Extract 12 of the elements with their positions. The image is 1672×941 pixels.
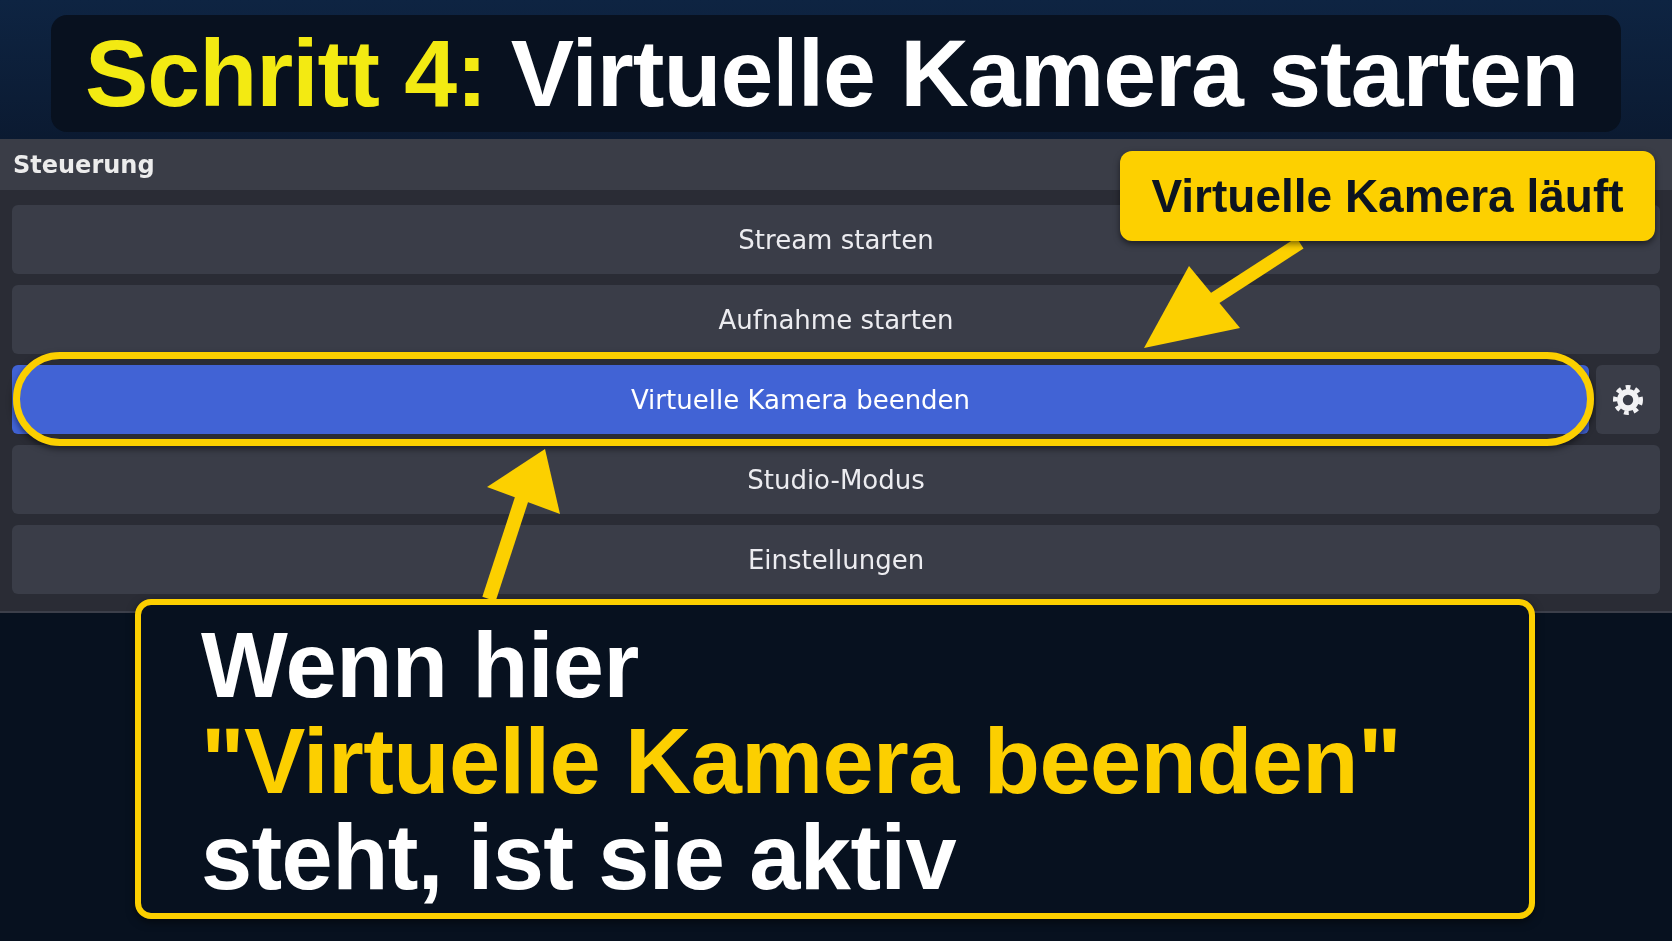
control-button[interactable]: Studio-Modus [12,445,1660,514]
control-button[interactable]: Aufnahme starten [12,285,1660,354]
note-line: steht, ist sie aktiv [201,809,956,905]
step-label: Schritt 4: [85,23,487,124]
settings-button[interactable] [1596,365,1660,434]
note-line: "Virtuelle Kamera beenden" [201,713,1401,809]
note-line: Wenn hier [201,617,639,713]
gear-icon [1613,384,1643,415]
callout-label: Virtuelle Kamera läuft [1120,151,1655,241]
control-button[interactable]: Einstellungen [12,525,1660,594]
control-button[interactable]: Virtuelle Kamera beenden [12,365,1589,434]
title-text: Virtuelle Kamera starten [510,23,1578,124]
